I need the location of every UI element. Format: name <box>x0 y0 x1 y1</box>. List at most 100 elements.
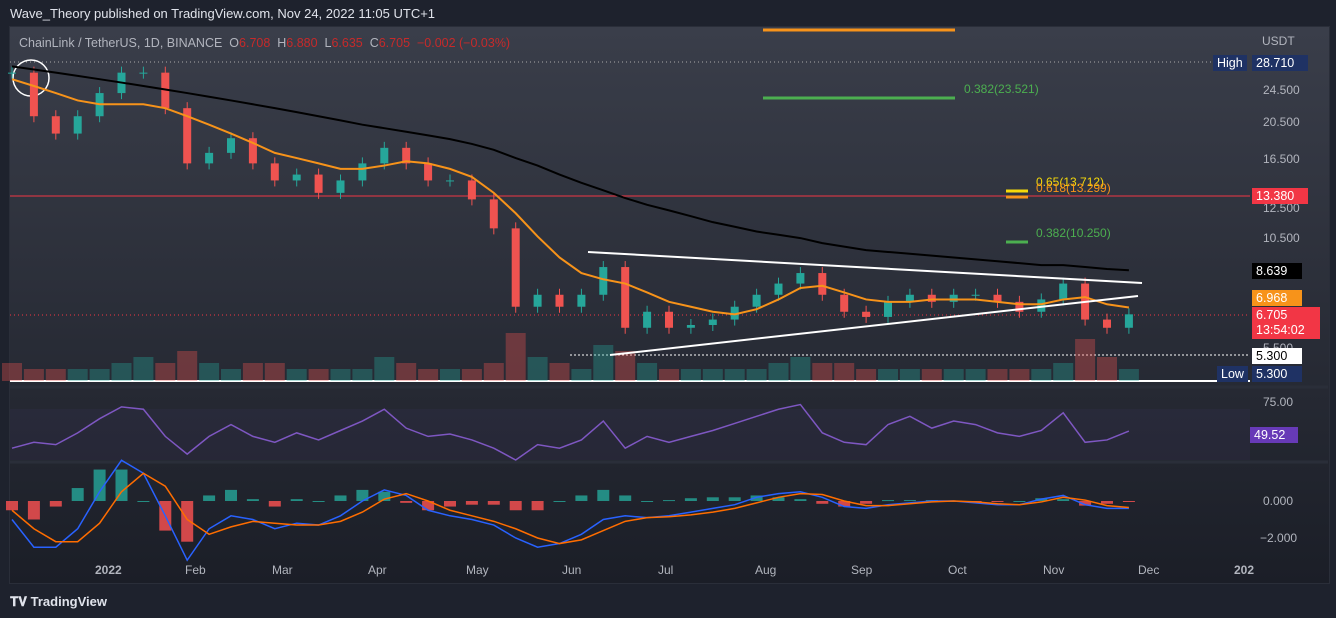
volume-bar <box>1031 369 1052 381</box>
time-tick: 2022 <box>95 563 122 577</box>
volume-bar <box>615 351 636 381</box>
volume-bar <box>505 333 526 381</box>
macd-histogram-bar <box>181 501 194 542</box>
candle-body <box>29 72 38 117</box>
macd-histogram-bar <box>246 499 259 501</box>
volume-bar <box>527 357 548 381</box>
macd-histogram-bar <box>400 501 413 503</box>
open-label: O <box>229 36 240 50</box>
macd-histogram-bar <box>290 499 303 501</box>
time-tick: Jun <box>562 563 582 577</box>
volume-bar <box>264 363 285 381</box>
macd-histogram-bar <box>684 498 697 501</box>
fib-label-0618: 0.618(13.299) <box>1036 181 1111 195</box>
macd-histogram-bar <box>706 497 719 501</box>
last-price-tag: 6.705 13:54:02 <box>1252 307 1320 339</box>
signal-line <box>11 472 1129 545</box>
macd-histogram-bar <box>268 501 281 507</box>
price-tick: 20.500 <box>1263 115 1300 129</box>
level-tag: 13.380 <box>1252 188 1308 204</box>
price-tick: 24.500 <box>1263 83 1300 97</box>
candle-body <box>708 319 717 325</box>
macd-histogram-bar <box>1101 501 1113 504</box>
time-tick: Jul <box>658 563 674 577</box>
volume-bar <box>1053 363 1074 381</box>
macd-histogram-bar <box>71 488 84 501</box>
volume-bar <box>133 357 154 381</box>
volume-bar <box>155 363 176 381</box>
macd-histogram-bar <box>115 469 128 501</box>
high-label-tag: High <box>1213 55 1247 71</box>
candle-body <box>1124 314 1133 328</box>
volume-bar <box>461 369 482 381</box>
candle-body <box>840 294 849 312</box>
high-value: 6.880 <box>286 36 318 50</box>
candle-body <box>665 311 673 328</box>
time-tick: 202 <box>1234 563 1255 577</box>
volume-bar <box>1075 339 1096 381</box>
candle-body <box>205 152 214 164</box>
macd-histogram-bar <box>444 501 456 507</box>
macd-line <box>11 459 1129 562</box>
chart-canvas[interactable] <box>0 0 1336 618</box>
volume-bar <box>1118 369 1139 381</box>
volume-bar <box>899 369 920 381</box>
rsi-band <box>10 409 1250 460</box>
candle-body <box>621 267 630 328</box>
time-tick: Sep <box>851 563 873 577</box>
macd-histogram-bar <box>860 501 873 504</box>
time-tick: Feb <box>185 563 206 577</box>
rsi-tick: 75.00 <box>1263 395 1294 409</box>
ma200-line <box>11 65 1129 272</box>
volume-bar <box>2 363 22 381</box>
logo-icon: 𝐓𝐕 <box>10 594 27 609</box>
volume-bar <box>878 369 898 381</box>
candle-body <box>314 174 323 193</box>
fib-label-0382: 0.382(10.250) <box>1036 226 1111 240</box>
support-tag: 5.300 <box>1252 348 1302 364</box>
macd-histogram-bar <box>1122 501 1135 502</box>
volume-bar <box>23 369 44 381</box>
low-label-tag: Low <box>1217 366 1248 382</box>
volume-bar <box>177 351 198 381</box>
currency-label: USDT <box>1262 34 1295 48</box>
volume-bar <box>330 369 351 381</box>
bar-countdown: 13:54:02 <box>1256 323 1305 337</box>
macd-histogram-bar <box>137 501 150 502</box>
volume-bar <box>571 369 592 381</box>
candle-body <box>818 273 827 295</box>
fib-label-0382-top: 0.382(23.521) <box>964 82 1039 96</box>
volume-bar <box>943 369 964 381</box>
time-tick: May <box>466 563 489 577</box>
candle-body <box>446 180 454 182</box>
symbol-name[interactable]: ChainLink / TetherUS, 1D, BINANCE <box>19 36 222 50</box>
candle-body <box>8 72 16 74</box>
volume-bar <box>67 369 88 381</box>
ma50-line <box>11 78 1130 316</box>
macd-histogram-bar <box>203 495 216 501</box>
price-tick: 16.500 <box>1263 152 1300 166</box>
candle-body <box>927 294 936 302</box>
volume-bar <box>45 369 66 381</box>
macd-histogram-bar <box>531 501 544 511</box>
volume-bar <box>724 369 745 381</box>
macd-histogram-bar <box>553 501 566 502</box>
macd-histogram-bar <box>991 501 1004 502</box>
time-tick: Aug <box>755 563 777 577</box>
macd-histogram-bar <box>903 500 916 502</box>
macd-histogram-bar <box>1013 501 1026 502</box>
volume-bar <box>965 369 986 381</box>
volume-bar <box>921 369 942 381</box>
macd-histogram-bar <box>1057 499 1070 501</box>
time-tick: Mar <box>272 563 293 577</box>
time-tick: Apr <box>368 563 387 577</box>
macd-histogram-bar <box>6 501 18 511</box>
tradingview-logo[interactable]: 𝐓𝐕 TradingView <box>10 594 107 610</box>
volume-bar <box>856 369 877 381</box>
low-value: 6.635 <box>331 36 363 50</box>
candle-body <box>139 72 148 74</box>
candle-body <box>774 283 783 295</box>
rsi-value-tag: 49.52 <box>1250 427 1298 443</box>
volume-bar <box>987 369 1008 381</box>
volume-bar <box>549 363 570 381</box>
